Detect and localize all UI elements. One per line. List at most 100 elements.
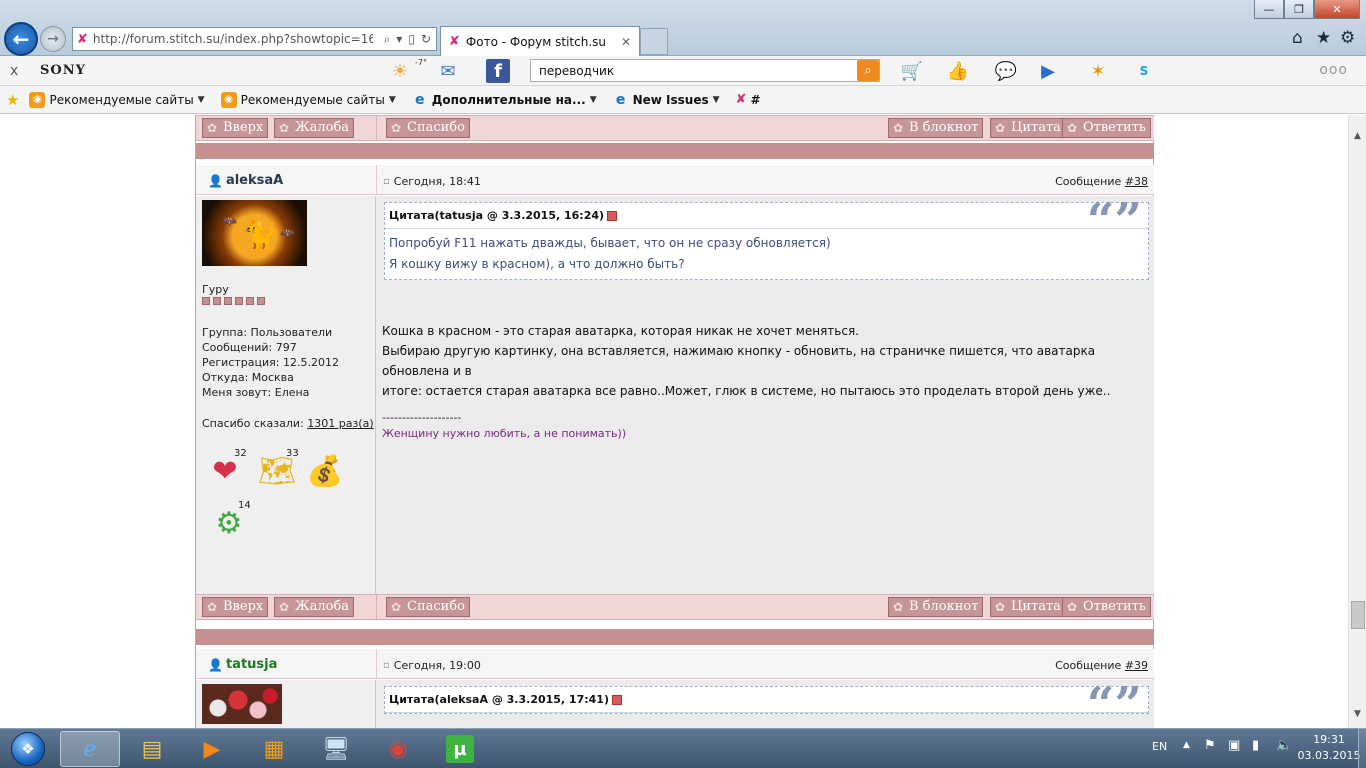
video-icon[interactable]: ▶ — [1034, 58, 1062, 84]
gear-award-icon[interactable]: ⚙ 14 — [208, 500, 251, 544]
post-button-row: Вверх Жалоба Спасибо В блокнот Цитата От… — [196, 594, 1154, 620]
notebook-button[interactable]: В блокнот — [888, 597, 984, 617]
orange-feed-icon: ◉ — [220, 91, 237, 108]
notebook-button[interactable]: В блокнот — [888, 118, 984, 138]
quote-block: Цитата(aleksaA @ 3.3.2015, 17:41) “” — [384, 681, 1149, 728]
rank-pips — [202, 297, 265, 305]
cart-icon[interactable]: 🛒 — [898, 58, 926, 84]
scroll-up-arrow-icon[interactable]: ▲ — [1349, 127, 1366, 144]
quote-block: Цитата(tatusja @ 3.3.2015, 16:24) “” Поп… — [384, 197, 1149, 280]
new-tab-button[interactable] — [640, 28, 668, 55]
quote-header: Цитата(aleksaA @ 3.3.2015, 17:41) “” — [385, 681, 1148, 728]
language-indicator[interactable]: EN — [1152, 740, 1167, 753]
taskbar-media[interactable]: ▶ — [182, 731, 242, 767]
bat-icon: 🦇 — [280, 226, 295, 240]
scroll-thumb[interactable] — [1351, 601, 1365, 629]
heart-award-icon[interactable]: ❤ 32 — [204, 448, 246, 492]
tab-close-icon[interactable]: ✕ — [621, 35, 631, 49]
chat-icon[interactable]: 💬 — [992, 58, 1020, 84]
dropdown-icon[interactable]: ▾ — [396, 32, 402, 47]
complain-button[interactable]: Жалоба — [274, 597, 355, 617]
map-award-icon[interactable]: 🗺 33 — [256, 448, 299, 492]
fav-item-recommended-1[interactable]: ◉ Рекомендуемые сайты ▼ — [23, 91, 210, 108]
page-viewport: Вверх Жалоба Спасибо В блокнот Цитата От… — [0, 115, 1348, 728]
tray-flag-icon[interactable]: ⚑ — [1204, 738, 1216, 753]
taskbar-network[interactable]: 🖥 — [306, 731, 366, 767]
address-url[interactable]: http://forum.stitch.su/index.php?showtop… — [93, 32, 373, 46]
mail-icon[interactable]: ✉ — [434, 58, 462, 84]
start-button[interactable]: ❖ — [3, 731, 53, 767]
taskbar-explorer[interactable]: ▤ — [122, 731, 182, 767]
tray-app-icon[interactable]: ▣ — [1228, 738, 1240, 753]
favorites-bar: ★ ◉ Рекомендуемые сайты ▼ ◉ Рекомендуемы… — [0, 86, 1366, 114]
search-input[interactable] — [530, 59, 880, 82]
user-location: Откуда: Москва — [202, 371, 294, 384]
goto-quote-icon[interactable] — [611, 695, 622, 705]
search-button[interactable]: ⌕ — [857, 60, 879, 81]
forward-button[interactable]: → — [40, 26, 66, 52]
game-icon[interactable]: ✶ — [1084, 58, 1112, 84]
bat-icon: 🦇 — [222, 214, 237, 228]
tray-volume-icon[interactable]: 🔈 — [1276, 738, 1292, 753]
post-author[interactable]: 👤 aleksaA — [208, 173, 283, 188]
document-icon: ▫ — [383, 176, 390, 187]
close-window-button[interactable]: ✕ — [1314, 0, 1360, 19]
clock-date: 03.03.2015 — [1297, 749, 1361, 762]
taskbar-clock[interactable]: 19:31 03.03.2015 — [1296, 732, 1362, 764]
settings-gear-icon[interactable]: ⚙ — [1340, 28, 1355, 48]
taskbar-utorrent[interactable]: µ — [430, 731, 490, 767]
quote-button[interactable]: Цитата — [990, 118, 1066, 138]
complain-button[interactable]: Жалоба — [274, 118, 355, 138]
arrow-left-icon: ← — [12, 27, 30, 51]
address-bar[interactable]: ✘ http://forum.stitch.su/index.php?showt… — [72, 27, 437, 51]
reply-button[interactable]: Ответить — [1062, 597, 1151, 617]
user-name: Меня зовут: Елена — [202, 386, 310, 399]
user-rank: Гуру — [202, 283, 229, 296]
post-number-link[interactable]: #39 — [1125, 659, 1148, 672]
restore-button[interactable]: ❐ — [1284, 0, 1314, 19]
post-body: Цитата(aleksaA @ 3.3.2015, 17:41) “” — [196, 680, 1154, 728]
taskbar-app[interactable]: ▦ — [244, 731, 304, 767]
quote-button[interactable]: Цитата — [990, 597, 1066, 617]
scroll-down-arrow-icon[interactable]: ▼ — [1349, 705, 1366, 722]
quote-mark-icon: “” — [1086, 677, 1142, 728]
thanks-button[interactable]: Спасибо — [386, 597, 470, 617]
tab-title: Фото - Форум stitch.su — [465, 34, 606, 49]
thanks-button[interactable]: Спасибо — [386, 118, 470, 138]
home-icon[interactable]: ⌂ — [1292, 28, 1303, 48]
fav-item-additional[interactable]: e Дополнительные на... ▼ — [406, 92, 603, 108]
avatar: 🐈 🦇 🦇 — [202, 200, 307, 266]
moneybag-award-icon[interactable]: 💰 — [304, 450, 346, 492]
skype-icon[interactable]: S — [1126, 58, 1162, 84]
facebook-icon[interactable]: f — [486, 59, 510, 83]
favorites-star-icon[interactable]: ★ — [1316, 28, 1331, 48]
goto-quote-icon[interactable] — [607, 211, 618, 221]
reply-button[interactable]: Ответить — [1062, 118, 1151, 138]
tab-active[interactable]: ✘ Фото - Форум stitch.su ✕ — [440, 26, 640, 56]
favorites-icon[interactable]: ★ — [6, 91, 19, 109]
post-button-row: Вверх Жалоба Спасибо В блокнот Цитата От… — [196, 115, 1154, 141]
toolbar-close-icon[interactable]: x — [10, 63, 30, 79]
show-desktop-button[interactable] — [1358, 728, 1366, 768]
post-author[interactable]: 👤 tatusja — [208, 657, 277, 672]
fav-item-hash[interactable]: ✘ # — [730, 92, 767, 107]
up-button[interactable]: Вверх — [202, 118, 269, 138]
vertical-scrollbar[interactable]: ▲ ▼ — [1348, 115, 1366, 728]
tray-expand-icon[interactable]: ▲ — [1183, 740, 1190, 750]
weather-sun-icon[interactable]: ☀ — [386, 58, 414, 84]
fav-item-recommended-2[interactable]: ◉ Рекомендуемые сайты ▼ — [215, 91, 402, 108]
minimize-button[interactable]: — — [1254, 0, 1284, 19]
up-button[interactable]: Вверх — [202, 597, 269, 617]
search-icon[interactable]: ⌕ — [384, 32, 391, 47]
back-button[interactable]: ← — [4, 22, 38, 56]
fav-item-new-issues[interactable]: e New Issues ▼ — [607, 92, 726, 108]
taskbar-chrome[interactable]: ◉ — [368, 731, 428, 767]
post-number-link[interactable]: #38 — [1125, 175, 1148, 188]
thumbs-up-icon[interactable]: 👍 — [944, 58, 972, 84]
thanks-link[interactable]: 1301 раз(а) — [307, 417, 373, 430]
more-options-icon[interactable]: ooo — [1319, 62, 1348, 78]
tray-network-icon[interactable]: ▮ — [1252, 738, 1259, 753]
taskbar-ie[interactable]: ℯ — [60, 731, 120, 767]
refresh-icon[interactable]: ↻ — [421, 32, 431, 47]
thanks-count: Спасибо сказали: 1301 раз(а) — [202, 417, 374, 430]
